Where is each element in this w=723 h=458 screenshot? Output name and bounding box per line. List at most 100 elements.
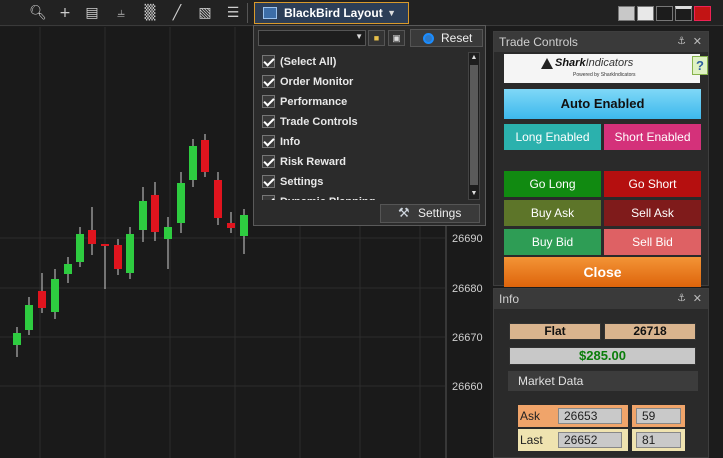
close-position-button[interactable]: Close xyxy=(504,257,701,287)
last-label: Last xyxy=(520,433,543,447)
panel-title: Trade Controls xyxy=(499,35,578,49)
close-icon[interactable]: ✕ xyxy=(693,289,702,309)
candles-icon[interactable]: ▒ xyxy=(140,3,160,23)
zoom-icon[interactable]: 🔍︎ xyxy=(28,3,48,23)
ask-size-cell: 59 xyxy=(632,405,685,427)
last-price: 26652 xyxy=(558,432,622,448)
go-short-button[interactable]: Go Short xyxy=(604,171,701,197)
list-item-order-monitor[interactable]: Order Monitor xyxy=(258,72,468,92)
pin-icon[interactable]: ⚓ xyxy=(677,289,686,309)
close-icon[interactable]: ✕ xyxy=(693,32,702,52)
layout-dropdown-button[interactable]: BlackBird Layout ▼ xyxy=(254,2,409,24)
layout-preset-select[interactable]: ▼ xyxy=(258,30,366,46)
list-item-risk-reward[interactable]: Risk Reward xyxy=(258,152,468,172)
short-enabled-button[interactable]: Short Enabled xyxy=(604,124,701,150)
layout-button-label: BlackBird Layout xyxy=(284,6,383,20)
cascade-window-icon[interactable] xyxy=(637,6,654,21)
profit-loss: $285.00 xyxy=(509,347,696,365)
checkbox[interactable] xyxy=(262,75,275,88)
price-axis-label: 26670 xyxy=(452,332,483,344)
settings-button[interactable]: ⚒ Settings xyxy=(380,204,480,223)
list-item-trade-controls[interactable]: Trade Controls xyxy=(258,112,468,132)
chart-toolbar: 🔍︎ + ▤ ⫨ ▒ ╱ ▧ ☰ BlackBird Layout ▼ xyxy=(0,0,723,26)
list-item-performance[interactable]: Performance xyxy=(258,92,468,112)
minimize-window-icon[interactable] xyxy=(656,6,673,21)
bullish-candle xyxy=(139,201,147,230)
scrollbar-thumb[interactable] xyxy=(470,65,478,185)
ask-row: Ask 26653 xyxy=(518,405,628,427)
list-item-label: Settings xyxy=(280,176,324,188)
pin-icon[interactable]: ⚓ xyxy=(677,32,686,52)
position-status: Flat xyxy=(509,323,601,340)
bar-chart-icon[interactable]: ⫨ xyxy=(111,3,131,23)
list-item-select-all[interactable]: (Select All) xyxy=(258,52,468,72)
crosshair-icon[interactable]: + xyxy=(55,3,75,23)
position-price: 26718 xyxy=(604,323,696,340)
bearish-candle xyxy=(227,223,235,228)
settings-button-label: Settings xyxy=(418,206,462,220)
bearish-candle xyxy=(214,180,222,218)
bullish-candle xyxy=(51,279,59,312)
checkbox[interactable] xyxy=(262,55,275,68)
bearish-candle xyxy=(88,230,96,244)
maximize-window-icon[interactable] xyxy=(675,6,692,21)
sell-ask-button[interactable]: Sell Ask xyxy=(604,200,701,226)
checkbox[interactable] xyxy=(262,175,275,188)
list-scrollbar[interactable]: ▲ ▼ xyxy=(468,52,480,200)
list-item-label: Risk Reward xyxy=(280,156,347,168)
close-window-icon[interactable] xyxy=(694,6,711,21)
logo-text-bold: Shark xyxy=(555,57,586,69)
info-panel: Info ⚓ ✕ Flat 26718 $285.00 Market Data … xyxy=(493,288,709,458)
tile-window-icon[interactable] xyxy=(618,6,635,21)
bullish-candle xyxy=(189,146,197,180)
folder-icon[interactable]: ■ xyxy=(368,30,385,46)
bullish-candle xyxy=(64,264,72,274)
buy-ask-button[interactable]: Buy Ask xyxy=(504,200,601,226)
last-size: 81 xyxy=(636,432,681,448)
bullish-candle xyxy=(240,215,248,236)
help-button[interactable]: ? xyxy=(692,56,708,75)
bearish-candle xyxy=(151,195,159,232)
data-box-icon[interactable]: ▤ xyxy=(82,3,102,23)
bearish-candle xyxy=(114,245,122,269)
long-enabled-button[interactable]: Long Enabled xyxy=(504,124,601,150)
save-icon[interactable]: ▣ xyxy=(388,30,405,46)
indicators-icon[interactable]: ▧ xyxy=(195,3,215,23)
reset-button[interactable]: Reset xyxy=(410,29,483,47)
scroll-down-icon[interactable]: ▼ xyxy=(470,190,478,198)
price-axis-label: 26690 xyxy=(452,233,483,245)
bullish-candle xyxy=(25,305,33,330)
list-item-label: Info xyxy=(280,136,301,148)
go-long-button[interactable]: Go Long xyxy=(504,171,601,197)
checkbox[interactable] xyxy=(262,155,275,168)
scroll-up-icon[interactable]: ▲ xyxy=(470,54,478,62)
reset-icon xyxy=(423,33,434,44)
list-item-settings[interactable]: Settings xyxy=(258,172,468,192)
list-item-dynamic-planning[interactable]: Dynamic Planning xyxy=(258,192,468,200)
checkbox[interactable] xyxy=(262,195,275,200)
shark-indicators-logo: SharkIndicators Powered by SharkIndicato… xyxy=(504,54,700,83)
layout-panel-list: (Select All) Order Monitor Performance T… xyxy=(258,52,468,200)
checkbox[interactable] xyxy=(262,115,275,128)
auto-enabled-button[interactable]: Auto Enabled xyxy=(504,89,701,119)
reset-button-label: Reset xyxy=(441,31,473,45)
last-row: Last 26652 xyxy=(518,429,628,451)
list-item-label: Performance xyxy=(280,96,348,108)
price-axis-label: 26680 xyxy=(452,283,483,295)
sell-bid-button[interactable]: Sell Bid xyxy=(604,229,701,255)
panel-header: Trade Controls ⚓ ✕ xyxy=(494,32,708,52)
checkbox[interactable] xyxy=(262,135,275,148)
trading-workspace: 🔍︎ + ▤ ⫨ ▒ ╱ ▧ ☰ BlackBird Layout ▼ 2669… xyxy=(0,0,723,458)
bullish-candle xyxy=(177,183,185,223)
bullish-candle xyxy=(126,234,134,273)
list-icon[interactable]: ☰ xyxy=(223,3,243,23)
logo-text-light: Indicators xyxy=(585,57,634,69)
bullish-candle xyxy=(76,234,84,262)
list-item-info[interactable]: Info xyxy=(258,132,468,152)
draw-line-icon[interactable]: ╱ xyxy=(167,3,187,23)
checkbox[interactable] xyxy=(262,95,275,108)
chevron-down-icon: ▼ xyxy=(355,32,363,41)
layout-menu: ▼ ■ ▣ Reset (Select All) Order Monitor P… xyxy=(253,25,486,226)
list-item-label: Trade Controls xyxy=(280,116,358,128)
buy-bid-button[interactable]: Buy Bid xyxy=(504,229,601,255)
